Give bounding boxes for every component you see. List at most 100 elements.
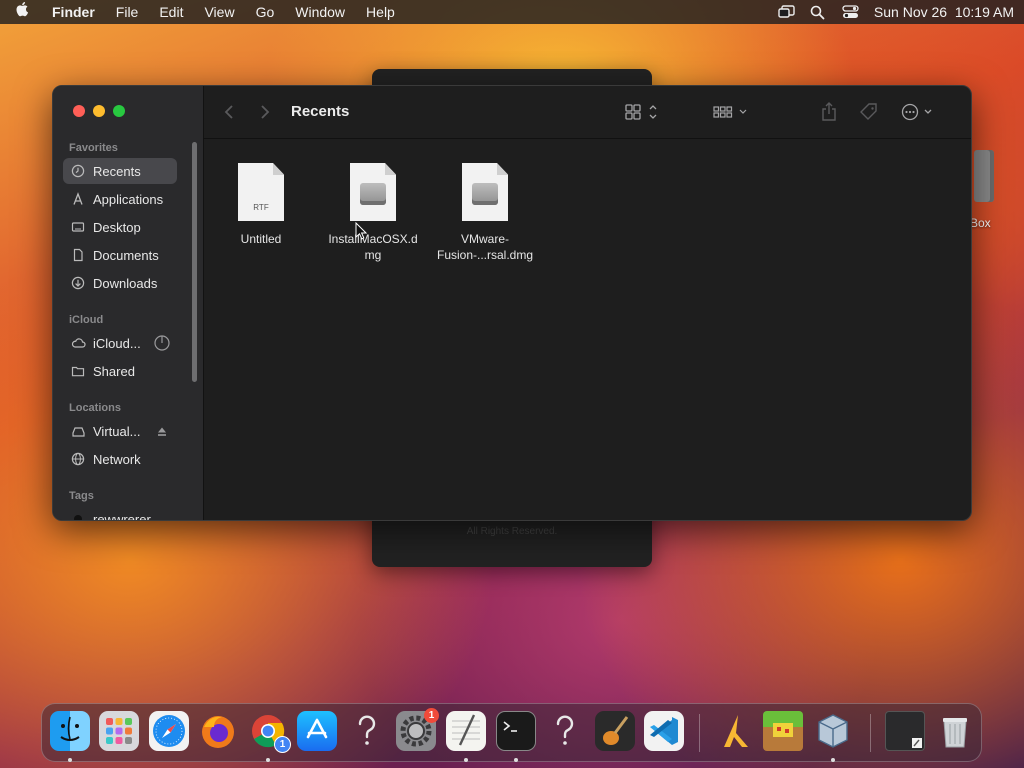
view-mode-button[interactable]: [625, 100, 661, 124]
menu-window[interactable]: Window: [295, 4, 345, 20]
menu-help[interactable]: Help: [366, 4, 395, 20]
globe-icon: [71, 452, 85, 466]
sidebar-item-label: Virtual...: [93, 423, 141, 439]
sidebar-item-desktop[interactable]: Desktop: [63, 214, 177, 240]
file-grid: RTF Untitled InstallMacOSX.d mg VMware- …: [203, 139, 971, 520]
dock-textedit-icon[interactable]: [446, 711, 486, 751]
desktop-item-label: Box: [970, 216, 991, 230]
menu-bar-clock[interactable]: Sun Nov 26 10:19 AM: [874, 4, 1014, 20]
sidebar-section-favorites: Favorites: [69, 142, 118, 154]
sidebar-item-label: rewwrerer: [93, 511, 151, 521]
mouse-cursor-icon: [355, 222, 367, 240]
screen-mirroring-icon[interactable]: [778, 5, 795, 19]
dock-instruments-icon[interactable]: [714, 711, 754, 751]
window-title: Recents: [291, 103, 350, 120]
more-actions-icon[interactable]: [901, 100, 937, 124]
desktop-icon: [71, 220, 85, 234]
finder-toolbar: Recents: [203, 86, 971, 139]
dock-virtualbox-icon[interactable]: [813, 711, 853, 751]
dock-minecraft-icon[interactable]: [763, 711, 803, 751]
sidebar-item-downloads[interactable]: Downloads: [63, 270, 177, 296]
file-name-line2: mg: [364, 248, 382, 262]
window-controls: [73, 105, 125, 117]
rtf-document-icon: RTF: [238, 163, 284, 221]
sidebar-item-label: Network: [93, 451, 141, 467]
share-icon[interactable]: [821, 100, 837, 124]
back-button[interactable]: [223, 100, 235, 124]
minimize-button[interactable]: [93, 105, 105, 117]
file-name: Untitled: [240, 232, 282, 246]
dock-terminal-icon[interactable]: [496, 711, 536, 751]
system-preferences-badge: 1: [424, 708, 439, 723]
dock-unknown-app-icon[interactable]: [347, 711, 387, 751]
sidebar-section-icloud: iCloud: [69, 314, 104, 326]
file-item-installmacosx[interactable]: InstallMacOSX.d mg: [319, 163, 427, 263]
menu-edit[interactable]: Edit: [159, 4, 183, 20]
file-name-line2: Fusion-...rsal.dmg: [436, 248, 534, 262]
disk-image-icon: [462, 163, 508, 221]
dock-screenshot-icon[interactable]: [885, 711, 925, 751]
dock-launchpad-icon[interactable]: [99, 711, 139, 751]
sidebar-item-label: Documents: [93, 247, 159, 263]
dock-safari-icon[interactable]: [149, 711, 189, 751]
sync-progress-icon: [154, 335, 170, 356]
applications-icon: [71, 192, 85, 206]
control-center-icon[interactable]: [842, 5, 859, 19]
dock-app-store-icon[interactable]: [297, 711, 337, 751]
finder-sidebar: Favorites Recents Applications Desktop D…: [53, 86, 204, 520]
dock-garageband-icon[interactable]: [595, 711, 635, 751]
sidebar-item-network[interactable]: Network: [63, 446, 177, 472]
download-icon: [71, 276, 85, 290]
sidebar-item-tag[interactable]: rewwrerer: [63, 506, 177, 521]
apple-menu-icon[interactable]: [16, 2, 38, 22]
tag-dot-icon: [71, 512, 85, 520]
menu-view[interactable]: View: [204, 4, 234, 20]
sidebar-item-label: Shared: [93, 363, 135, 379]
file-name-line1: VMware-: [460, 232, 509, 246]
tag-icon[interactable]: [859, 100, 879, 124]
group-by-button[interactable]: [713, 100, 749, 124]
file-name-line1: InstallMacOSX.d: [328, 232, 418, 246]
sidebar-scrollbar[interactable]: [192, 142, 197, 382]
sidebar-item-label: Recents: [93, 163, 141, 179]
file-item-untitled[interactable]: RTF Untitled: [207, 163, 315, 247]
shared-folder-icon: [71, 364, 85, 378]
file-item-vmware-fusion[interactable]: VMware- Fusion-...rsal.dmg: [431, 163, 539, 263]
desktop-disk-item[interactable]: Box: [968, 150, 1024, 240]
chrome-badge: 1: [274, 736, 291, 753]
clock-icon: [71, 164, 85, 178]
menu-file[interactable]: File: [116, 4, 139, 20]
disk-icon: [974, 150, 994, 202]
sidebar-section-tags: Tags: [69, 490, 94, 502]
sidebar-item-label: Applications: [93, 191, 164, 207]
zoom-button[interactable]: [113, 105, 125, 117]
dock-finder-icon[interactable]: [50, 711, 90, 751]
sidebar-item-shared[interactable]: Shared: [63, 358, 177, 384]
dock-trash-icon[interactable]: [935, 711, 975, 751]
sidebar-item-label: Desktop: [93, 219, 141, 235]
forward-button[interactable]: [259, 100, 271, 124]
sidebar-item-applications[interactable]: Applications: [63, 186, 177, 212]
menu-app-finder[interactable]: Finder: [52, 4, 95, 20]
sidebar-item-documents[interactable]: Documents: [63, 242, 177, 268]
sidebar-item-label: iCloud...: [93, 335, 141, 351]
dock-unknown-app-icon-2[interactable]: [545, 711, 585, 751]
dock-firefox-icon[interactable]: [198, 711, 238, 751]
menu-bar: Finder File Edit View Go Window Help Sun…: [0, 0, 1024, 24]
finder-window: Favorites Recents Applications Desktop D…: [52, 85, 972, 521]
dock: 1 1: [41, 703, 982, 762]
background-window-footer: All Rights Reserved.: [466, 526, 558, 537]
disk-image-icon: [350, 163, 396, 221]
spotlight-search-icon[interactable]: [810, 5, 826, 20]
sidebar-item-recents[interactable]: Recents: [63, 158, 177, 184]
dock-vscode-icon[interactable]: [644, 711, 684, 751]
close-button[interactable]: [73, 105, 85, 117]
eject-icon[interactable]: [156, 425, 168, 443]
menu-go[interactable]: Go: [256, 4, 275, 20]
sidebar-section-locations: Locations: [69, 402, 121, 414]
sidebar-item-label: Downloads: [93, 275, 158, 291]
file-type-label: RTF: [253, 203, 269, 212]
cloud-icon: [71, 336, 86, 350]
document-icon: [71, 248, 85, 262]
drive-icon: [71, 424, 85, 438]
